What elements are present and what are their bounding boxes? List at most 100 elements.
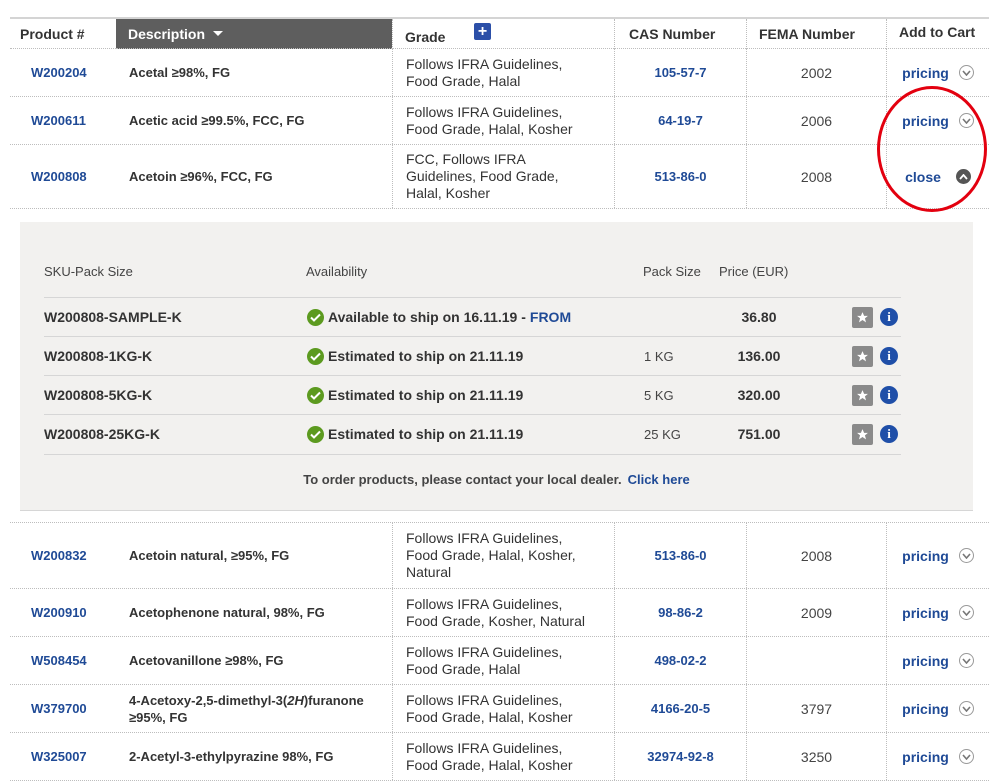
chevron-down-icon[interactable] xyxy=(958,653,974,668)
product-grade: Follows IFRA Guidelines, Food Grade, Hala… xyxy=(392,685,614,732)
product-number-link[interactable]: W379700 xyxy=(10,685,116,732)
product-grade: FCC, Follows IFRA Guidelines, Food Grade,… xyxy=(392,145,614,208)
product-number-link[interactable]: W200808 xyxy=(10,145,116,208)
info-icon[interactable]: i xyxy=(880,308,898,326)
order-notice: To order products, please contact your l… xyxy=(303,472,690,487)
fema-number: 2008 xyxy=(746,145,886,208)
chevron-down-icon[interactable] xyxy=(958,605,974,620)
sku-row: W200808-5KG-K Estimated to ship on 21.11… xyxy=(44,375,901,415)
fema-number: 2008 xyxy=(746,523,886,588)
product-description: 4-Acetoxy-2,5-dimethyl-3(2H)furanone ≥95%… xyxy=(129,692,364,725)
table-row: W508454 Acetovanillone ≥98%, FG Follows … xyxy=(10,637,989,685)
panel-header-sku: SKU-Pack Size xyxy=(44,264,133,279)
product-grade: Follows IFRA Guidelines, Food Grade, Hala… xyxy=(392,637,614,684)
price: 136.00 xyxy=(737,348,781,364)
chevron-down-icon[interactable] xyxy=(958,548,974,563)
chevron-down-icon[interactable] xyxy=(958,65,974,80)
pricing-panel: SKU-Pack Size Availability Pack Size Pri… xyxy=(20,222,973,511)
check-circle-icon xyxy=(307,347,324,365)
pricing-toggle[interactable]: pricing xyxy=(886,589,989,636)
sku-row: W200808-1KG-K Estimated to ship on 21.11… xyxy=(44,336,901,376)
col-header-grade-label: Grade xyxy=(405,29,446,45)
highlight-circle-annotation xyxy=(877,86,987,212)
table-row: W200611 Acetic acid ≥99.5%, FCC, FG Foll… xyxy=(10,97,989,145)
product-number-link[interactable]: W200832 xyxy=(10,523,116,588)
availability: Estimated to ship on 21.11.19 xyxy=(307,376,523,414)
star-icon[interactable] xyxy=(852,385,873,406)
pricing-link[interactable]: pricing xyxy=(902,653,949,669)
col-header-grade[interactable]: Grade + xyxy=(392,19,614,49)
table-row: W379700 4-Acetoxy-2,5-dimethyl-3(2H)fura… xyxy=(10,685,989,733)
product-description: Acetophenone natural, 98%, FG xyxy=(129,605,325,620)
cas-number-link[interactable]: 105-57-7 xyxy=(614,49,746,96)
table-row: W200204 Acetal ≥98%, FG Follows IFRA Gui… xyxy=(10,49,989,97)
pricing-toggle[interactable]: pricing xyxy=(886,733,989,780)
caret-down-icon xyxy=(213,25,223,41)
product-grade: Follows IFRA Guidelines, Food Grade, Kosh… xyxy=(392,589,614,636)
chevron-down-icon[interactable] xyxy=(958,749,974,764)
col-header-fema-label: FEMA Number xyxy=(759,26,855,42)
cas-number-link[interactable]: 4166-20-5 xyxy=(614,685,746,732)
cas-number-link[interactable]: 513-86-0 xyxy=(614,523,746,588)
product-number-link[interactable]: W200204 xyxy=(10,49,116,96)
info-icon[interactable]: i xyxy=(880,347,898,365)
col-header-description-label: Description xyxy=(128,26,206,42)
product-grade: Follows IFRA Guidelines, Food Grade, Hala… xyxy=(392,733,614,780)
pack-size: 25 KG xyxy=(644,426,681,442)
pack-size: 5 KG xyxy=(644,387,674,403)
pricing-link[interactable]: pricing xyxy=(902,749,949,765)
chevron-down-icon[interactable] xyxy=(958,701,974,716)
col-header-cart-label: Add to Cart xyxy=(899,24,976,40)
panel-header-availability: Availability xyxy=(306,264,368,279)
check-circle-icon xyxy=(307,308,324,326)
col-header-cas[interactable]: CAS Number xyxy=(614,19,746,49)
col-header-description[interactable]: Description xyxy=(116,19,392,49)
pricing-link[interactable]: pricing xyxy=(902,605,949,621)
fema-number: 2002 xyxy=(746,49,886,96)
pricing-link[interactable]: pricing xyxy=(902,548,949,564)
product-number-link[interactable]: W200611 xyxy=(10,97,116,144)
fema-number xyxy=(746,637,886,684)
col-header-product-label: Product # xyxy=(20,26,85,42)
cas-number-link[interactable]: 513-86-0 xyxy=(614,145,746,208)
sku-row: W200808-25KG-K Estimated to ship on 21.1… xyxy=(44,414,901,455)
pricing-toggle[interactable]: pricing xyxy=(886,685,989,732)
info-icon[interactable]: i xyxy=(880,425,898,443)
star-icon[interactable] xyxy=(852,424,873,445)
table-row: W200910 Acetophenone natural, 98%, FG Fo… xyxy=(10,589,989,637)
pricing-toggle[interactable]: pricing xyxy=(886,637,989,684)
from-link[interactable]: FROM xyxy=(530,309,571,325)
cas-number-link[interactable]: 64-19-7 xyxy=(614,97,746,144)
star-icon[interactable] xyxy=(852,307,873,328)
sku-code: W200808-SAMPLE-K xyxy=(44,309,182,325)
pricing-link[interactable]: pricing xyxy=(902,701,949,717)
table-row: W200832 Acetoin natural, ≥95%, FG Follow… xyxy=(10,522,989,589)
pack-size: 1 KG xyxy=(644,348,674,364)
check-circle-icon xyxy=(307,425,324,443)
product-number-link[interactable]: W200910 xyxy=(10,589,116,636)
col-header-fema[interactable]: FEMA Number xyxy=(746,19,886,49)
plus-icon[interactable]: + xyxy=(474,23,491,40)
sku-code: W200808-5KG-K xyxy=(44,387,153,403)
cas-number-link[interactable]: 98-86-2 xyxy=(614,589,746,636)
availability: Available to ship on 16.11.19 - FROM xyxy=(307,298,571,336)
fema-number: 3797 xyxy=(746,685,886,732)
col-header-product[interactable]: Product # xyxy=(10,19,116,49)
product-number-link[interactable]: W508454 xyxy=(10,637,116,684)
pricing-link[interactable]: pricing xyxy=(902,65,949,81)
fema-number: 2009 xyxy=(746,589,886,636)
star-icon[interactable] xyxy=(852,346,873,367)
info-icon[interactable]: i xyxy=(880,386,898,404)
click-here-link[interactable]: Click here xyxy=(628,472,690,487)
pricing-toggle[interactable]: pricing xyxy=(886,523,989,588)
col-header-cart: Add to Cart xyxy=(886,19,989,49)
cas-number-link[interactable]: 32974-92-8 xyxy=(614,733,746,780)
product-grade: Follows IFRA Guidelines, Food Grade, Hala… xyxy=(392,97,614,144)
sku-code: W200808-1KG-K xyxy=(44,348,153,364)
col-header-cas-label: CAS Number xyxy=(629,26,716,42)
product-number-link[interactable]: W325007 xyxy=(10,733,116,780)
cas-number-link[interactable]: 498-02-2 xyxy=(614,637,746,684)
product-description: Acetal ≥98%, FG xyxy=(129,65,231,80)
product-description: Acetoin ≥96%, FCC, FG xyxy=(129,169,273,184)
product-grade: Follows IFRA Guidelines, Food Grade, Hala… xyxy=(392,523,614,588)
